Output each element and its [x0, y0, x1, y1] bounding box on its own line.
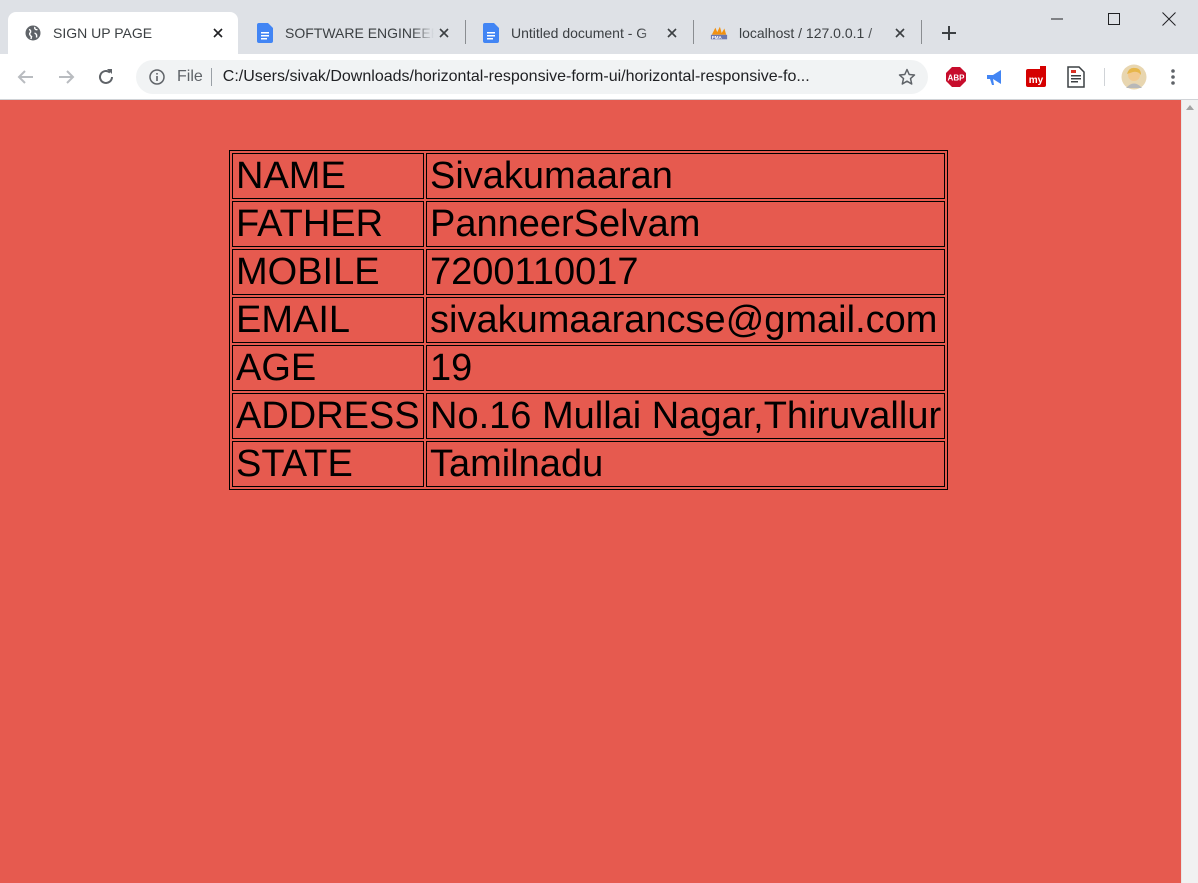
field-label: MOBILE [232, 249, 424, 295]
field-label: ADDRESS [232, 393, 424, 439]
toolbar-separator [1104, 68, 1105, 86]
my-extension-icon[interactable]: my [1025, 66, 1047, 88]
address-divider [210, 68, 212, 86]
close-icon [1162, 12, 1176, 26]
google-docs-icon [256, 23, 274, 43]
field-label: FATHER [232, 201, 424, 247]
close-tab-icon[interactable] [662, 23, 682, 43]
close-tab-icon[interactable] [890, 23, 910, 43]
tab-untitled-document[interactable]: Untitled document - G [466, 12, 692, 54]
tab-title: localhost / 127.0.0.1 / [739, 25, 873, 41]
close-window-button[interactable] [1140, 0, 1198, 38]
signup-details-table: NAME Sivakumaaran FATHER PanneerSelvam MOBIL… [229, 150, 949, 490]
field-value: Sivakumaaran [426, 153, 946, 199]
table-row: FATHER PanneerSelvam [232, 201, 946, 247]
svg-text:my: my [1029, 75, 1044, 86]
field-label: STATE [232, 441, 424, 487]
table-row: AGE 19 [232, 345, 946, 391]
forward-button[interactable] [50, 61, 82, 93]
field-label: EMAIL [232, 297, 424, 343]
new-tab-button[interactable] [934, 18, 964, 48]
globe-icon [24, 24, 42, 42]
adblock-plus-icon[interactable]: ABP [945, 66, 967, 88]
tab-sign-up-page[interactable]: SIGN UP PAGE [8, 12, 238, 54]
field-value: Tamilnadu [426, 441, 946, 487]
url-text[interactable]: C:/Users/sivak/Downloads/horizontal-resp… [223, 68, 885, 86]
arrow-right-icon [59, 70, 75, 84]
maximize-button[interactable] [1085, 0, 1143, 38]
svg-text:ABP: ABP [948, 74, 966, 83]
maximize-icon [1108, 13, 1120, 25]
tab-strip: SIGN UP PAGE SOFTWARE ENGINEER Untitled … [0, 0, 1198, 54]
vertical-scrollbar[interactable] [1181, 100, 1198, 883]
table-row: ADDRESS No.16 Mullai Nagar,Thiruvallur [232, 393, 946, 439]
tab-title: SOFTWARE ENGINEER [285, 25, 434, 41]
arrow-left-icon [17, 70, 33, 84]
minimize-icon [1051, 18, 1063, 20]
tab-title: Untitled document - G [511, 25, 648, 41]
back-button[interactable] [10, 61, 42, 93]
minimize-button[interactable] [1028, 0, 1086, 38]
tab-separator [921, 20, 922, 44]
url-scheme-label: File [177, 68, 203, 85]
tab-software-engineer[interactable]: SOFTWARE ENGINEER [240, 12, 464, 54]
table-row: MOBILE 7200110017 [232, 249, 946, 295]
close-tab-icon[interactable] [434, 23, 454, 43]
megaphone-extension-icon[interactable] [984, 66, 1006, 88]
document-extension-icon[interactable] [1065, 66, 1087, 88]
reload-button[interactable] [90, 61, 122, 93]
field-value: No.16 Mullai Nagar,Thiruvallur [426, 393, 946, 439]
field-label: NAME [232, 153, 424, 199]
field-value: 7200110017 [426, 249, 946, 295]
svg-text:PMA: PMA [712, 35, 723, 40]
reload-icon [99, 69, 113, 84]
page-viewport: NAME Sivakumaaran FATHER PanneerSelvam MOBIL… [0, 100, 1181, 883]
more-options-icon[interactable] [1162, 66, 1184, 88]
plus-icon [942, 26, 956, 40]
phpmyadmin-icon: PMA [710, 24, 728, 42]
table-row: STATE Tamilnadu [232, 441, 946, 487]
avatar[interactable] [1121, 64, 1147, 90]
field-value: PanneerSelvam [426, 201, 946, 247]
field-label: AGE [232, 345, 424, 391]
scroll-up-arrow-icon[interactable] [1186, 105, 1194, 110]
field-value: 19 [426, 345, 946, 391]
table-row: NAME Sivakumaaran [232, 153, 946, 199]
browser-toolbar: File C:/Users/sivak/Downloads/horizontal… [0, 54, 1198, 100]
close-tab-icon[interactable] [208, 23, 228, 43]
bookmark-star-icon[interactable] [898, 68, 916, 86]
tab-title: SIGN UP PAGE [53, 25, 153, 41]
field-value: sivakumaarancse@gmail.com [426, 297, 946, 343]
info-icon[interactable] [148, 68, 166, 86]
google-docs-icon [482, 23, 500, 43]
address-bar[interactable]: File C:/Users/sivak/Downloads/horizontal… [136, 60, 928, 94]
tab-localhost-phpmyadmin[interactable]: PMA localhost / 127.0.0.1 / [694, 12, 920, 54]
table-row: EMAIL sivakumaarancse@gmail.com [232, 297, 946, 343]
